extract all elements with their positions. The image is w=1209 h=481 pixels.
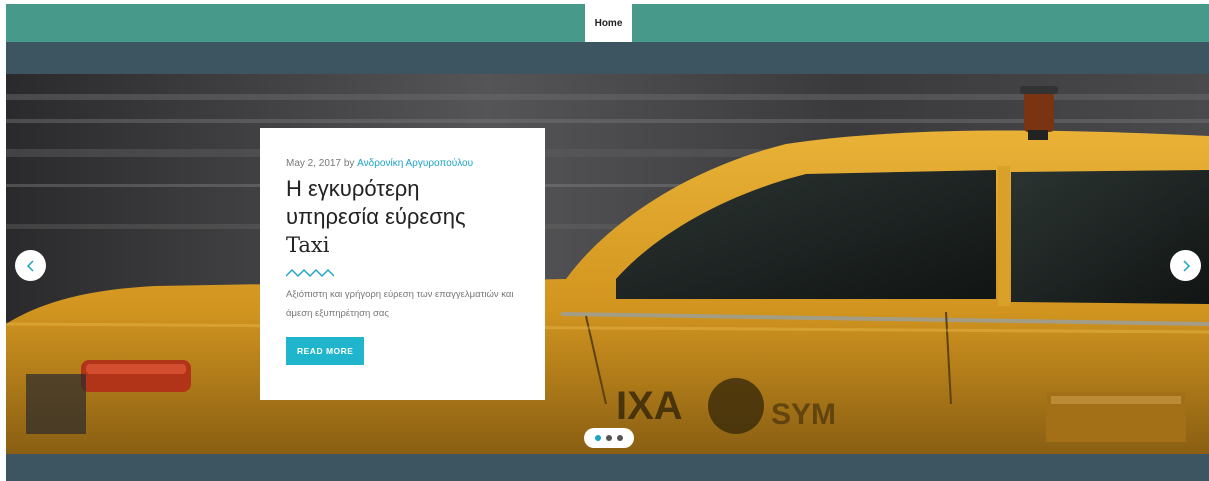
slide-title[interactable]: Η εγκυρότερη υπηρεσία εύρεσης Taxi bbox=[286, 175, 519, 259]
slide-title-line-2: υπηρεσία εύρεσης bbox=[286, 204, 466, 229]
hero-slider: IXA SYM May 2, 2017 by Ανδρονίκη Αργυροπ… bbox=[6, 74, 1209, 454]
slider-prev-button[interactable] bbox=[15, 250, 46, 281]
slider-pagination bbox=[584, 428, 634, 448]
slide-excerpt: Αξιόπιστη και γρήγορη εύρεση των επαγγελ… bbox=[286, 289, 514, 319]
post-by: by bbox=[341, 158, 358, 169]
page-frame: Home IXA SYM May 2, 2017 by Ανδρονίκη Αρ… bbox=[6, 4, 1209, 481]
post-meta: May 2, 2017 by Ανδρονίκη Αργυροπούλου bbox=[286, 157, 519, 171]
svg-text:IXA: IXA bbox=[616, 384, 683, 428]
slider-dot-2[interactable] bbox=[606, 435, 612, 441]
wavy-line-icon bbox=[286, 269, 334, 277]
slider-dot-1[interactable] bbox=[595, 435, 601, 441]
slide-caption-card: May 2, 2017 by Ανδρονίκη Αργυροπούλου Η … bbox=[260, 128, 545, 400]
post-author-link[interactable]: Ανδρονίκη Αργυροπούλου bbox=[357, 158, 473, 169]
slide-title-line-1: Η εγκυρότερη bbox=[286, 176, 420, 201]
chevron-right-icon bbox=[1182, 259, 1190, 272]
slider-next-button[interactable] bbox=[1170, 250, 1201, 281]
chevron-left-icon bbox=[26, 259, 34, 272]
taxi-hero-image: IXA SYM bbox=[6, 74, 1209, 454]
top-navigation: Home bbox=[6, 4, 1209, 42]
nav-home-link[interactable]: Home bbox=[585, 4, 632, 42]
svg-text:SYM: SYM bbox=[771, 398, 836, 431]
read-more-button[interactable]: READ MORE bbox=[286, 337, 365, 365]
slide-title-line-3: Taxi bbox=[286, 233, 330, 257]
post-date: May 2, 2017 bbox=[286, 158, 342, 169]
slider-dot-3[interactable] bbox=[617, 435, 623, 441]
